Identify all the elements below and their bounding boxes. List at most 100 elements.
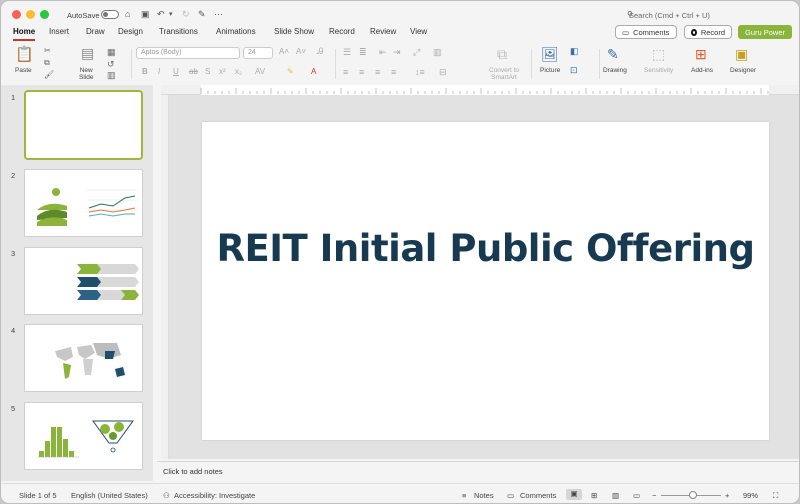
- highlight-icon[interactable]: ✎: [287, 67, 294, 76]
- decrease-indent-icon[interactable]: ⇤: [379, 47, 387, 58]
- search-input[interactable]: Search (Cmd + Ctrl + U): [629, 11, 710, 20]
- slide-5-preview: [37, 420, 134, 458]
- reset-icon[interactable]: ↺: [107, 59, 115, 70]
- text-direction-icon[interactable]: ⤢: [413, 47, 420, 58]
- format-painter-icon[interactable]: 🖌: [44, 70, 54, 79]
- current-slide[interactable]: REIT Initial Public Offering: [202, 122, 769, 440]
- decrease-font-icon[interactable]: A˅: [296, 47, 306, 56]
- close-window-button[interactable]: [12, 10, 21, 19]
- subscript-icon[interactable]: x₂: [235, 67, 242, 76]
- comments-toggle[interactable]: Comments: [520, 491, 556, 500]
- clear-formatting-icon[interactable]: Ꭿ: [317, 46, 324, 57]
- guru-power-button[interactable]: Guru Power: [738, 25, 792, 39]
- line-spacing-icon[interactable]: ↕≡: [415, 67, 425, 77]
- vertical-ruler: [161, 95, 169, 459]
- tab-design[interactable]: Design: [118, 27, 143, 36]
- underline-icon[interactable]: U: [173, 67, 179, 76]
- comment-icon: ▭: [622, 27, 630, 37]
- reading-view-icon[interactable]: ▥: [612, 491, 619, 500]
- tab-review[interactable]: Review: [370, 27, 396, 36]
- zoom-out-icon[interactable]: −: [652, 491, 656, 500]
- numbering-icon[interactable]: ≣: [359, 47, 367, 58]
- slide-thumbnail-2[interactable]: [24, 169, 143, 237]
- paste-icon[interactable]: 📋: [15, 45, 34, 63]
- minimize-window-button[interactable]: [26, 10, 35, 19]
- zoom-slider-handle[interactable]: [689, 491, 697, 499]
- zoom-in-icon[interactable]: +: [725, 491, 729, 500]
- bullets-icon[interactable]: ☰: [343, 47, 351, 58]
- slide-count: Slide 1 of 5: [19, 491, 57, 500]
- font-size-select[interactable]: 24: [243, 47, 273, 59]
- tab-transitions[interactable]: Transitions: [159, 27, 198, 36]
- font-name-select[interactable]: Aptos (Body): [136, 47, 240, 59]
- text-box-icon[interactable]: ⊡: [570, 65, 578, 76]
- tab-insert[interactable]: Insert: [49, 27, 69, 36]
- notes-input[interactable]: Click to add notes: [157, 461, 799, 481]
- home-icon[interactable]: ⌂: [125, 9, 130, 19]
- strikethrough-icon[interactable]: ab: [189, 67, 198, 76]
- tab-record[interactable]: Record: [329, 27, 355, 36]
- slideshow-icon[interactable]: ▭: [633, 491, 640, 500]
- new-slide-icon[interactable]: ▤: [81, 45, 94, 62]
- tab-home[interactable]: Home: [13, 27, 36, 41]
- undo-dropdown-icon[interactable]: ▾: [169, 10, 173, 18]
- italic-icon[interactable]: I: [158, 67, 160, 76]
- format-painter-quick-icon[interactable]: ✎: [198, 9, 206, 20]
- designer-label: Designer: [730, 67, 757, 74]
- drawing-icon[interactable]: ✎: [607, 46, 619, 63]
- picture-icon[interactable]: 🖼: [541, 46, 559, 63]
- notes-toggle[interactable]: Notes: [474, 491, 494, 500]
- layout-icon[interactable]: ▦: [107, 47, 116, 58]
- shadow-icon[interactable]: S: [205, 67, 210, 76]
- align-left-icon[interactable]: ≡: [343, 67, 348, 77]
- slide-thumbnail-1[interactable]: [24, 90, 143, 160]
- cut-icon[interactable]: ✂: [44, 46, 51, 55]
- tab-draw[interactable]: Draw: [86, 27, 105, 36]
- bold-icon[interactable]: B: [142, 67, 148, 76]
- justify-icon[interactable]: ≡: [391, 67, 396, 77]
- redo-icon[interactable]: ↻: [182, 9, 190, 20]
- fit-to-window-icon[interactable]: ⛶: [773, 491, 778, 501]
- slide-3-preview: [77, 264, 139, 300]
- addins-icon[interactable]: ⊞: [695, 46, 707, 63]
- comments-button[interactable]: ▭ Comments: [615, 25, 677, 39]
- slide-2-preview: [37, 188, 137, 226]
- undo-icon[interactable]: ↶: [157, 9, 165, 20]
- copy-icon[interactable]: ⧉: [44, 58, 50, 68]
- save-icon[interactable]: ▣: [141, 9, 150, 20]
- superscript-icon[interactable]: x²: [219, 67, 226, 76]
- tab-view[interactable]: View: [410, 27, 427, 36]
- accessibility-status[interactable]: Accessibility: Investigate: [174, 491, 255, 500]
- slide-thumbnail-4[interactable]: ·: [24, 324, 143, 392]
- sensitivity-icon[interactable]: ⬚: [652, 46, 665, 63]
- font-color-icon[interactable]: A: [311, 67, 316, 76]
- increase-font-icon[interactable]: A˄: [279, 47, 289, 56]
- align-text-icon[interactable]: ⊟: [439, 67, 447, 78]
- slide-title[interactable]: REIT Initial Public Offering: [202, 216, 769, 281]
- designer-icon[interactable]: ▣: [735, 46, 748, 63]
- increase-indent-icon[interactable]: ⇥: [393, 47, 401, 58]
- slide-number: 5: [11, 404, 16, 413]
- slide-number: 3: [11, 249, 16, 258]
- shapes-icon[interactable]: ◧: [570, 46, 579, 57]
- slide-thumbnail-5[interactable]: [24, 402, 143, 470]
- align-center-icon[interactable]: ≡: [359, 67, 364, 77]
- smartart-icon[interactable]: ⧉: [497, 46, 507, 63]
- columns-icon[interactable]: ▥: [433, 47, 442, 58]
- record-button[interactable]: Record: [684, 25, 732, 39]
- slide-thumbnail-3[interactable]: [24, 247, 143, 315]
- addins-label: Add-ins: [691, 67, 714, 74]
- align-right-icon[interactable]: ≡: [375, 67, 380, 77]
- character-spacing-icon[interactable]: AV: [255, 67, 265, 76]
- autosave-toggle[interactable]: [101, 10, 119, 19]
- section-icon[interactable]: ▥: [107, 70, 116, 81]
- maximize-window-button[interactable]: [40, 10, 49, 19]
- more-commands-icon[interactable]: ⋯: [214, 9, 223, 20]
- tab-animations[interactable]: Animations: [216, 27, 256, 36]
- tab-slide-show[interactable]: Slide Show: [274, 27, 314, 36]
- language-status[interactable]: English (United States): [71, 491, 148, 500]
- normal-view-icon[interactable]: ▣: [566, 489, 582, 500]
- zoom-level[interactable]: 99%: [743, 491, 758, 500]
- ribbon-divider: [531, 49, 532, 79]
- slide-sorter-icon[interactable]: ⊞: [591, 491, 597, 500]
